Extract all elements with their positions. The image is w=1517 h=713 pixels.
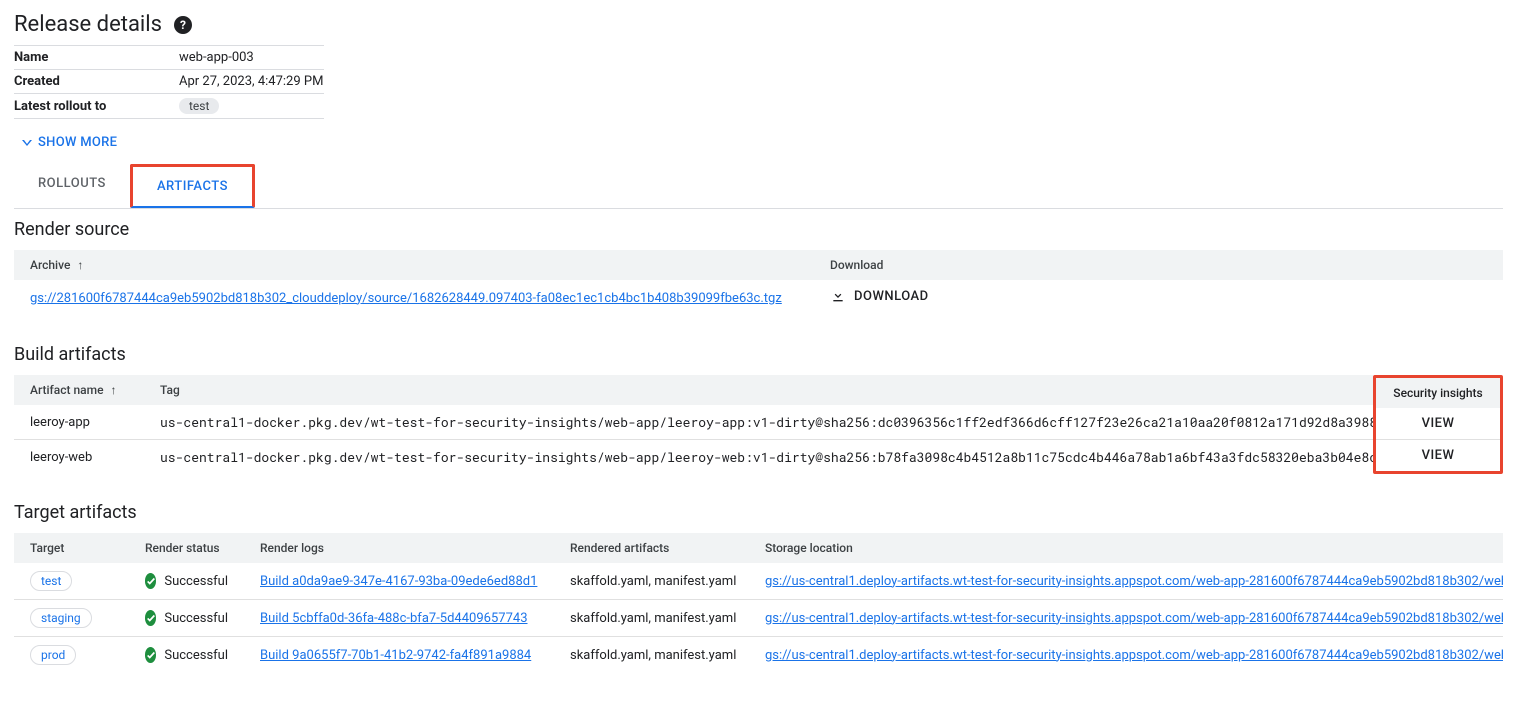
- col-archive[interactable]: Archive ↑: [14, 250, 814, 280]
- target-artifacts-heading: Target artifacts: [14, 502, 1503, 523]
- build-artifacts-heading: Build artifacts: [14, 344, 1503, 365]
- target-chip-test[interactable]: test: [30, 571, 72, 591]
- artifact-name: leeroy-web: [14, 440, 144, 475]
- tab-artifacts[interactable]: ARTIFACTS: [130, 164, 255, 208]
- render-status: Successful: [145, 610, 228, 626]
- detail-row: CreatedApr 27, 2023, 4:47:29 PM: [14, 70, 324, 94]
- detail-value: test: [179, 95, 219, 117]
- table-row: prod Successful Build 9a0655f7-70b1-41b2-9…: [14, 637, 1503, 674]
- col-target: Target: [14, 533, 129, 563]
- download-label: DOWNLOAD: [854, 289, 929, 304]
- render-status: Successful: [145, 647, 228, 663]
- col-render-logs: Render logs: [244, 533, 554, 563]
- render-source-row: gs://281600f6787444ca9eb5902bd818b302_cl…: [14, 280, 1503, 316]
- col-rendered-artifacts: Rendered artifacts: [554, 533, 749, 563]
- rendered-artifacts: skaffold.yaml, manifest.yaml: [554, 600, 749, 637]
- detail-value: Apr 27, 2023, 4:47:29 PM: [179, 71, 323, 92]
- col-render-status: Render status: [129, 533, 244, 563]
- table-row: leeroy-appus-central1-docker.pkg.dev/wt-…: [14, 405, 1373, 440]
- download-button[interactable]: DOWNLOAD: [830, 288, 929, 304]
- page-title-text: Release details: [14, 12, 162, 37]
- rendered-artifacts: skaffold.yaml, manifest.yaml: [554, 637, 749, 674]
- tabs: ROLLOUTSARTIFACTS: [14, 164, 1503, 209]
- download-icon: [830, 288, 846, 304]
- status-label: Successful: [164, 611, 228, 626]
- show-more-label: SHOW MORE: [38, 135, 117, 150]
- status-label: Successful: [164, 648, 228, 663]
- page-title: Release details ?: [14, 12, 1503, 37]
- chevron-down-icon: [22, 140, 32, 146]
- target-artifacts-table: Target Render status Render logs Rendere…: [14, 533, 1503, 673]
- render-source-table: Archive ↑ Download gs://281600f6787444ca…: [14, 250, 1503, 316]
- rollout-chip: test: [179, 98, 219, 114]
- col-download: Download: [814, 250, 1503, 280]
- detail-key: Name: [14, 47, 179, 68]
- storage-location-link[interactable]: gs://us-central1.deploy-artifacts.wt-tes…: [765, 648, 1503, 663]
- col-artifact-name[interactable]: Artifact name ↑: [14, 375, 144, 405]
- artifact-name: leeroy-app: [14, 405, 144, 440]
- detail-row: Nameweb-app-003: [14, 46, 324, 70]
- sort-arrow-up-icon: ↑: [111, 383, 117, 397]
- help-icon[interactable]: ?: [174, 16, 192, 34]
- tab-rollouts[interactable]: ROLLOUTS: [14, 164, 130, 208]
- release-details-table: Nameweb-app-003CreatedApr 27, 2023, 4:47…: [14, 45, 324, 119]
- detail-value: web-app-003: [179, 47, 254, 68]
- table-row: test Successful Build a0da9ae9-347e-4167-9…: [14, 563, 1503, 600]
- view-security-button[interactable]: VIEW: [1376, 408, 1500, 440]
- col-storage-location: Storage location: [749, 533, 1503, 563]
- render-logs-link[interactable]: Build a0da9ae9-347e-4167-93ba-09ede6ed88…: [260, 574, 537, 589]
- target-chip-prod[interactable]: prod: [30, 645, 76, 665]
- show-more-button[interactable]: SHOW MORE: [14, 125, 123, 164]
- storage-location-link[interactable]: gs://us-central1.deploy-artifacts.wt-tes…: [765, 574, 1503, 589]
- success-icon: [145, 610, 156, 626]
- table-row: leeroy-webus-central1-docker.pkg.dev/wt-…: [14, 440, 1373, 475]
- security-insights-column: Security insights VIEWVIEW: [1373, 375, 1503, 474]
- build-artifacts-table: Artifact name ↑ Tag leeroy-appus-central…: [14, 375, 1373, 474]
- render-logs-link[interactable]: Build 5cbffa0d-36fa-488c-bfa7-5d44096577…: [260, 611, 528, 626]
- render-source-heading: Render source: [14, 219, 1503, 240]
- success-icon: [145, 573, 156, 589]
- view-security-button[interactable]: VIEW: [1376, 440, 1500, 472]
- artifact-tag: us-central1-docker.pkg.dev/wt-test-for-s…: [144, 440, 1373, 475]
- archive-link[interactable]: gs://281600f6787444ca9eb5902bd818b302_cl…: [30, 291, 782, 306]
- storage-location-link[interactable]: gs://us-central1.deploy-artifacts.wt-tes…: [765, 611, 1503, 626]
- status-label: Successful: [164, 574, 228, 589]
- table-row: staging Successful Build 5cbffa0d-36fa-488…: [14, 600, 1503, 637]
- success-icon: [145, 647, 156, 663]
- render-status: Successful: [145, 573, 228, 589]
- target-chip-staging[interactable]: staging: [30, 608, 92, 628]
- col-tag: Tag: [144, 375, 1373, 405]
- detail-row: Latest rollout totest: [14, 94, 324, 118]
- detail-key: Created: [14, 71, 179, 92]
- artifact-tag: us-central1-docker.pkg.dev/wt-test-for-s…: [144, 405, 1373, 440]
- rendered-artifacts: skaffold.yaml, manifest.yaml: [554, 563, 749, 600]
- render-logs-link[interactable]: Build 9a0655f7-70b1-41b2-9742-fa4f891a98…: [260, 648, 531, 663]
- sort-arrow-up-icon: ↑: [77, 258, 83, 272]
- detail-key: Latest rollout to: [14, 96, 179, 117]
- col-security-insights: Security insights: [1376, 378, 1500, 408]
